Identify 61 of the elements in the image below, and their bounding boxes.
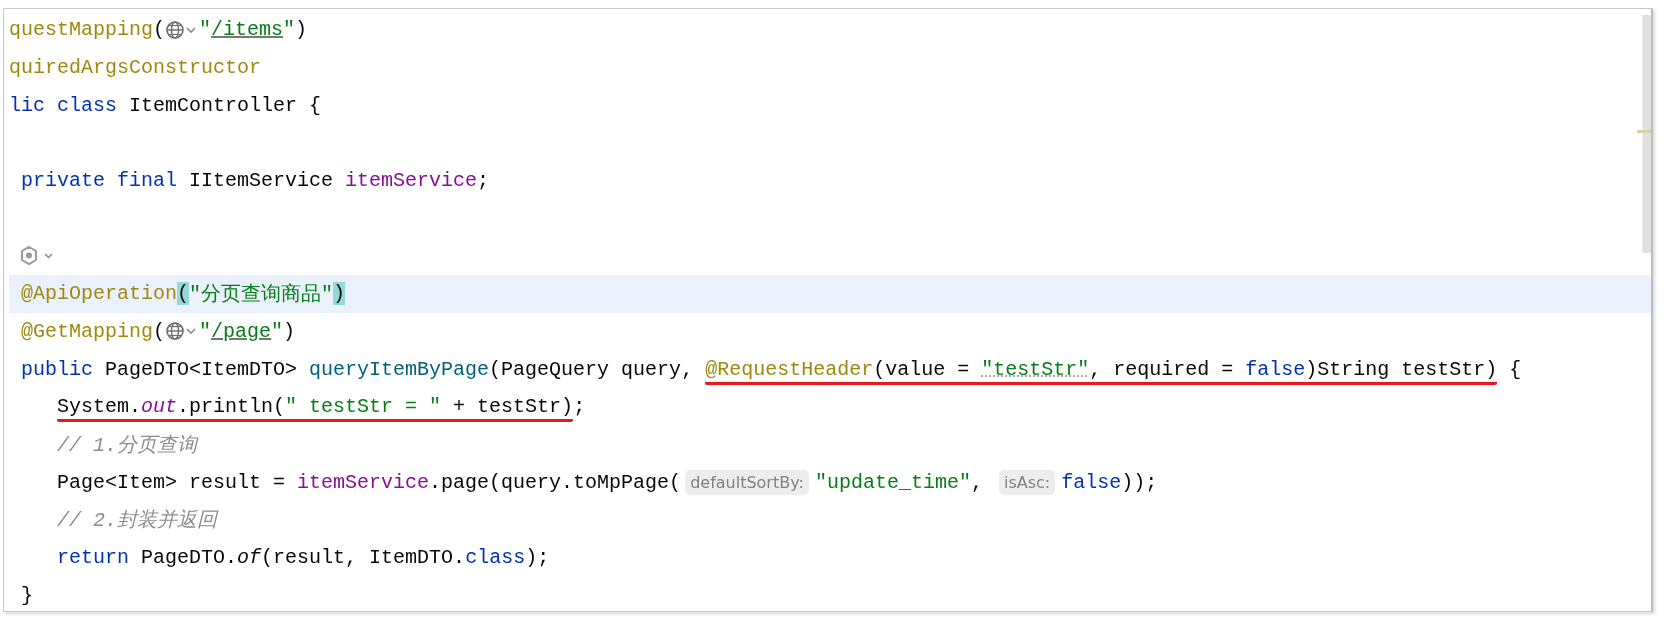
parameter-hint: defaultSortBy:	[685, 469, 809, 495]
string-literal: "	[199, 319, 212, 343]
code-text: )String testStr)	[1305, 357, 1498, 381]
code-text: (	[153, 18, 166, 42]
code-text: ;	[477, 169, 490, 193]
code-text: ,	[970, 470, 984, 494]
code-text: .page(query.toMpPage(	[429, 470, 682, 494]
code-text: ;	[573, 395, 586, 419]
keyword-text: class	[465, 545, 526, 569]
string-literal: "	[283, 18, 296, 42]
string-literal: "分页查询商品"	[189, 282, 334, 308]
scrollbar[interactable]	[1642, 15, 1651, 253]
string-literal: "	[199, 18, 212, 42]
url-link[interactable]: /items	[211, 18, 284, 42]
matched-bracket: )	[333, 282, 346, 306]
code-text: System.	[57, 395, 141, 419]
code-comment: // 2.封装并返回	[56, 508, 218, 534]
keyword-text: return	[56, 545, 130, 569]
keyword-text: lic class	[9, 93, 118, 117]
url-link[interactable]: /page	[211, 319, 272, 343]
code-text: )	[283, 319, 296, 343]
code-text: );	[525, 545, 550, 569]
code-text: , required =	[1089, 357, 1235, 381]
annotation-text: @GetMapping	[20, 319, 154, 343]
annotation-text: @RequestHeader	[705, 357, 874, 381]
string-literal: " testStr = "	[285, 395, 442, 419]
code-text: (PageQuery query,	[489, 357, 695, 381]
annotation-text: quiredArgsConstructor	[9, 56, 262, 80]
static-field-name: out	[141, 395, 178, 419]
matched-bracket: (	[177, 282, 190, 306]
code-comment: // 1.分页查询	[56, 432, 198, 458]
code-text: ItemController {	[128, 93, 322, 117]
field-name: itemService	[345, 169, 478, 193]
code-text: PageDTO<ItemDTO>	[104, 357, 299, 381]
static-method-name: of	[237, 545, 262, 569]
cog-chevron-icon[interactable]	[19, 244, 55, 267]
code-text: .println(	[177, 395, 286, 419]
keyword-text: false	[1245, 357, 1306, 381]
code-text: Page<Item> result =	[56, 470, 287, 494]
code-text: + testStr)	[452, 395, 574, 419]
parameter-hint: isAsc:	[998, 469, 1056, 495]
code-text: )	[295, 18, 308, 42]
string-literal: "testStr"	[981, 357, 1090, 381]
code-text: (result, ItemDTO.	[261, 545, 466, 569]
scrollbar-marker	[1637, 130, 1651, 133]
method-name: queryItemByPage	[309, 357, 490, 381]
annotation-text: @ApiOperation	[20, 282, 178, 306]
code-text: }	[20, 583, 33, 607]
code-text: (	[153, 319, 166, 343]
keyword-text: private final	[20, 169, 178, 193]
annotation-text: questMapping	[9, 18, 154, 42]
string-literal: "update_time"	[814, 470, 971, 494]
code-text: ));	[1121, 470, 1158, 494]
string-literal: "	[271, 319, 284, 343]
code-text: PageDTO.	[140, 545, 238, 569]
keyword-text: false	[1061, 470, 1122, 494]
code-text: {	[1508, 357, 1522, 381]
keyword-text: public	[20, 357, 93, 381]
field-name: itemService	[297, 470, 430, 494]
code-text: (value =	[873, 357, 971, 381]
code-text: IItemService	[188, 169, 335, 193]
